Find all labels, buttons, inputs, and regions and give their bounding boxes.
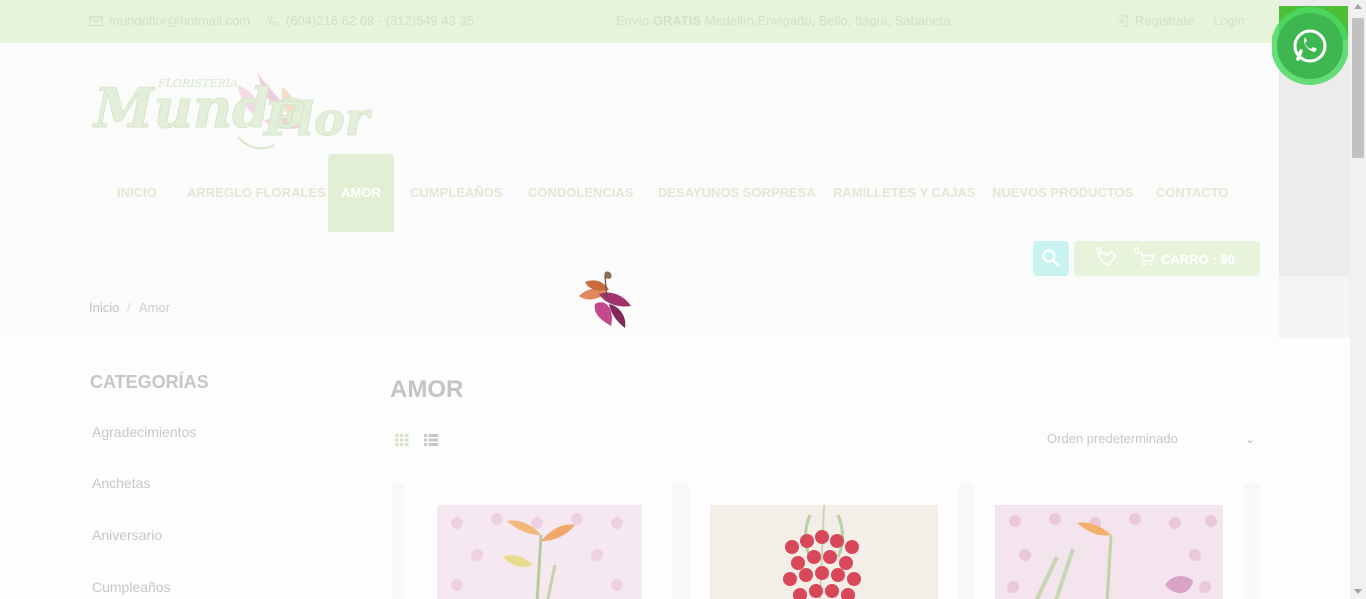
- scroll-down-icon[interactable]: [1354, 589, 1362, 594]
- nav-item-arreglo-florales[interactable]: ARREGLO FLORALES: [187, 154, 326, 232]
- cart-icon[interactable]: [1138, 252, 1155, 267]
- product-image[interactable]: [995, 505, 1223, 599]
- categories-title: CATEGORÍAS: [90, 372, 209, 392]
- chevron-down-icon: ⌄: [1244, 432, 1255, 446]
- nav-item-amor[interactable]: AMOR: [328, 154, 394, 232]
- nav-item-nuevos-productos[interactable]: NUEVOS PRODUCTOS: [992, 154, 1133, 232]
- shipping-notice: Envío GRATIS Medellín,Envigado, Bello, I…: [616, 13, 950, 28]
- logo-graphic: Mundo Flor FLORISTERIA: [92, 73, 373, 150]
- phone-link[interactable]: (604)216 62 69 - (312)549 43 35: [266, 13, 474, 28]
- sort-select[interactable]: Orden predeterminado ⌄: [1047, 431, 1259, 451]
- category-link[interactable]: Anchetas: [92, 475, 150, 491]
- scroll-up-icon[interactable]: [1354, 4, 1362, 9]
- sort-selected-value: Orden predeterminado: [1047, 431, 1178, 446]
- phone-icon: [267, 15, 279, 27]
- loading-flower-icon: [575, 268, 635, 334]
- shipping-prefix: Envío: [616, 13, 650, 28]
- grid-view-icon[interactable]: [395, 434, 409, 446]
- site-logo[interactable]: Mundo Flor FLORISTERIA: [88, 65, 408, 157]
- nav-item-ramilletes-y-cajas[interactable]: RAMILLETES Y CAJAS: [833, 154, 976, 232]
- cart-total[interactable]: CARRO : $0: [1161, 252, 1235, 267]
- main-nav: INICIO ARREGLO FLORALES AMOR CUMPLEAÑOS …: [0, 154, 1279, 232]
- product-grid: [392, 483, 1260, 599]
- whatsapp-icon: [1271, 0, 1349, 85]
- register-link[interactable]: Registrate: [1115, 13, 1194, 28]
- breadcrumb: Inicio / Amor: [0, 276, 1279, 338]
- login-arrow-icon: [1116, 15, 1128, 27]
- breadcrumb-home[interactable]: Inicio: [89, 300, 119, 315]
- email-link[interactable]: mundoflor@hotmail.com: [89, 13, 250, 28]
- nav-item-desayunos-sorpresa[interactable]: DESAYUNOS SORPRESA: [658, 154, 816, 232]
- scrollbar-thumb[interactable]: [1352, 18, 1364, 158]
- nav-item-inicio[interactable]: INICIO: [117, 154, 157, 232]
- main-content: CATEGORÍAS Agradecimientos Anchetas Aniv…: [0, 338, 1350, 599]
- product-card[interactable]: [974, 483, 1244, 599]
- nav-item-condolencias[interactable]: CONDOLENCIAS: [528, 154, 633, 232]
- shipping-cities: Medellín,Envigado, Bello, Itagüí, Sabane…: [704, 13, 951, 28]
- product-image[interactable]: [710, 505, 938, 599]
- product-card[interactable]: [689, 483, 959, 599]
- breadcrumb-separator: /: [127, 300, 131, 315]
- product-card[interactable]: [404, 483, 672, 599]
- product-image[interactable]: [437, 505, 642, 599]
- email-text: mundoflor@hotmail.com: [109, 13, 251, 28]
- list-view-icon[interactable]: [424, 434, 438, 446]
- heart-icon[interactable]: [1098, 251, 1116, 267]
- scrollbar[interactable]: [1350, 0, 1366, 599]
- nav-item-cumpleanos[interactable]: CUMPLEAÑOS: [410, 154, 502, 232]
- page-title: AMOR: [390, 376, 464, 403]
- shipping-free: GRATIS: [652, 13, 702, 28]
- category-link[interactable]: Cumpleaños: [92, 579, 171, 595]
- breadcrumb-current: Amor: [139, 300, 171, 315]
- login-link[interactable]: Login: [1213, 13, 1245, 28]
- top-bar: mundoflor@hotmail.com (604)216 62 69 - (…: [0, 0, 1366, 43]
- cart-area: 0 0 CARRO : $0: [1074, 241, 1260, 276]
- logo-small-text: FLORISTERIA: [157, 77, 238, 90]
- whatsapp-button[interactable]: [1271, 0, 1349, 86]
- category-link[interactable]: Agradecimientos: [92, 424, 196, 440]
- nav-item-contacto[interactable]: CONTACTO: [1156, 154, 1228, 232]
- mail-icon: [89, 15, 103, 27]
- phone-text: (604)216 62 69 - (312)549 43 35: [286, 13, 474, 28]
- svg-text:Flor: Flor: [262, 92, 373, 146]
- register-label: Registrate: [1135, 13, 1195, 28]
- search-button[interactable]: [1033, 241, 1069, 276]
- search-icon: [1042, 249, 1060, 267]
- login-label: Login: [1213, 13, 1245, 28]
- category-link[interactable]: Aniversario: [92, 527, 162, 543]
